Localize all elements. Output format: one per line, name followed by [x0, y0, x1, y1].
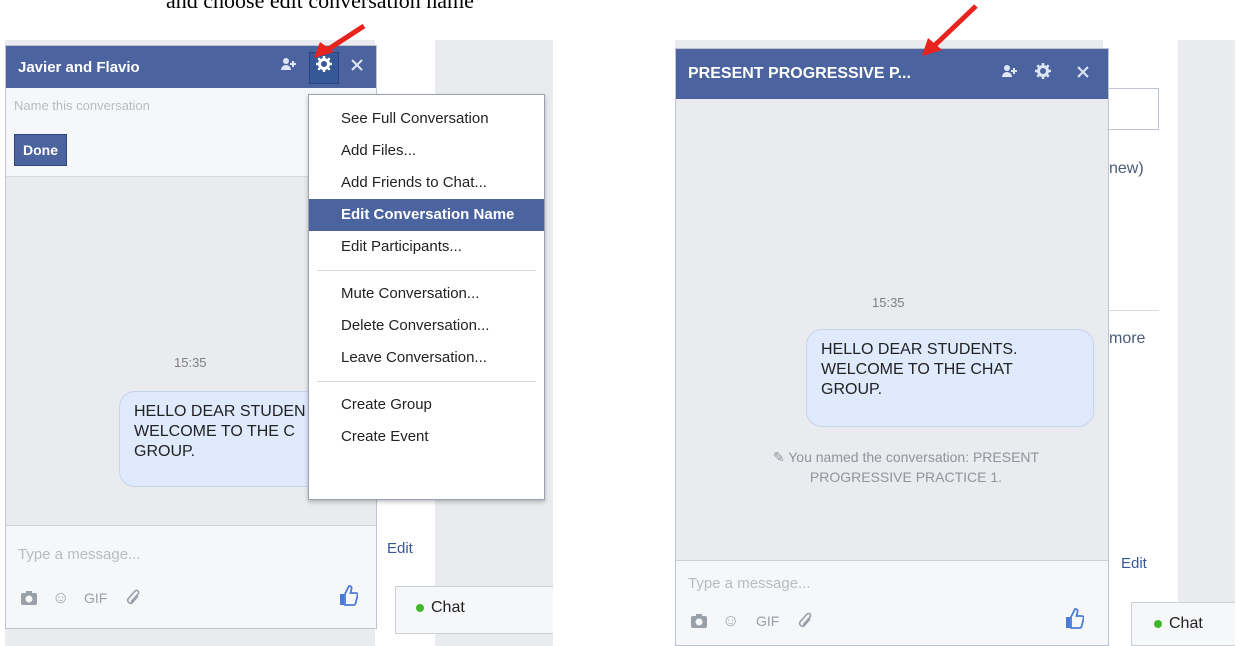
- red-arrow: [922, 4, 978, 56]
- close-icon[interactable]: [1072, 63, 1094, 85]
- gif-button[interactable]: GIF: [84, 590, 107, 606]
- menu-item-create-event[interactable]: Create Event: [309, 421, 544, 453]
- online-dot: [416, 603, 424, 612]
- camera-icon[interactable]: [20, 590, 38, 611]
- message-composer: Type a message... ☺ GIF: [676, 560, 1108, 645]
- system-message: ✎ You named the conversation: PRESENT PR…: [772, 449, 1040, 485]
- emoji-icon[interactable]: ☺: [52, 588, 69, 608]
- attach-icon[interactable]: [796, 611, 814, 636]
- message-bubble: HELLO DEAR STUDENTS. WELCOME TO THE CHAT…: [806, 329, 1094, 427]
- menu-item-delete-conversation[interactable]: Delete Conversation...: [309, 310, 544, 342]
- edit-link[interactable]: Edit: [1121, 555, 1147, 572]
- menu-divider: [317, 270, 536, 271]
- done-button[interactable]: Done: [14, 134, 67, 166]
- more-link[interactable]: more: [1109, 330, 1145, 348]
- chat-button[interactable]: Chat: [395, 586, 553, 634]
- add-friend-icon[interactable]: [278, 56, 300, 78]
- message-timestamp: 15:35: [872, 295, 905, 310]
- menu-item-leave-conversation[interactable]: Leave Conversation...: [309, 342, 544, 374]
- options-menu: See Full Conversation Add Files... Add F…: [308, 94, 545, 500]
- online-dot: [1154, 619, 1162, 628]
- red-arrow: [314, 23, 366, 58]
- add-friend-icon[interactable]: [999, 63, 1021, 85]
- menu-item-create-group[interactable]: Create Group: [309, 389, 544, 421]
- menu-item-edit-participants[interactable]: Edit Participants...: [309, 231, 544, 263]
- pencil-icon: ✎: [772, 449, 789, 465]
- chat-title[interactable]: PRESENT PROGRESSIVE P...: [688, 65, 911, 83]
- conversation-name-input[interactable]: Name this conversation: [14, 98, 150, 113]
- attach-icon[interactable]: [124, 588, 142, 613]
- chat-title[interactable]: Javier and Flavio: [18, 59, 140, 76]
- camera-icon[interactable]: [690, 613, 708, 634]
- menu-item-see-full-conversation[interactable]: See Full Conversation: [309, 103, 544, 135]
- chat-window: PRESENT PROGRESSIVE P... 15:35 HELLO DEA…: [675, 48, 1109, 646]
- edit-link[interactable]: Edit: [387, 540, 413, 557]
- thumbs-up-icon[interactable]: [338, 584, 359, 612]
- gif-button[interactable]: GIF: [756, 613, 779, 629]
- gear-icon[interactable]: [1032, 63, 1054, 85]
- message-input[interactable]: Type a message...: [688, 575, 811, 592]
- menu-item-add-files[interactable]: Add Files...: [309, 135, 544, 167]
- new-link[interactable]: new): [1109, 160, 1144, 178]
- thumbs-up-icon[interactable]: [1064, 607, 1085, 635]
- left-panel: Edit Chat Javier and Flavio Name this co…: [5, 40, 553, 646]
- message-input[interactable]: Type a message...: [18, 546, 141, 563]
- menu-item-mute-conversation[interactable]: Mute Conversation...: [309, 278, 544, 310]
- emoji-icon[interactable]: ☺: [722, 611, 739, 631]
- menu-divider: [317, 381, 536, 382]
- message-timestamp: 15:35: [174, 355, 207, 370]
- chat-titlebar: PRESENT PROGRESSIVE P...: [676, 49, 1108, 99]
- right-panel: new) more Edit Chat PRESENT PROGRESSIVE …: [675, 40, 1235, 646]
- message-composer: Type a message... ☺ GIF: [6, 525, 376, 628]
- instruction-caption: and choose edit conversation name: [166, 0, 474, 13]
- menu-item-add-friends[interactable]: Add Friends to Chat...: [309, 167, 544, 199]
- menu-item-edit-conversation-name[interactable]: Edit Conversation Name: [309, 199, 544, 231]
- chat-button[interactable]: Chat: [1131, 602, 1235, 646]
